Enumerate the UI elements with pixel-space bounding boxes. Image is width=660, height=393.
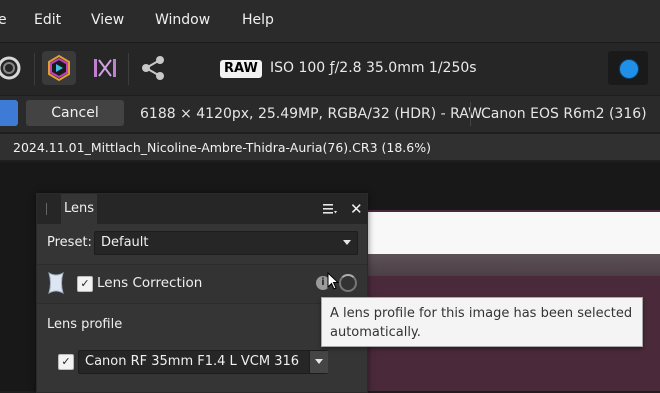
blue-dot-icon xyxy=(619,59,639,79)
mouse-cursor-icon xyxy=(327,272,340,290)
lens-profile-dropdown[interactable]: Canon RF 35mm F1.4 L VCM 316 xyxy=(78,350,328,374)
tooltip-text: A lens profile for this image has been s… xyxy=(330,306,633,340)
ring-icon[interactable] xyxy=(0,51,26,85)
preset-dropdown[interactable]: Default xyxy=(94,231,358,255)
exif-info: ISO 100 ƒ/2.8 35.0mm 1/250s xyxy=(270,60,477,76)
menu-bar: e Edit View Window Help xyxy=(0,0,660,42)
context-bar: Cancel 6188 × 4120px, 25.49MP, RGBA/32 (… xyxy=(0,96,660,132)
toolbar-divider xyxy=(128,53,129,85)
share-icon[interactable] xyxy=(136,51,170,85)
lens-panel: Lens ✕ Preset: Default ✓ Lens Correction… xyxy=(36,193,368,393)
chevron-down-icon xyxy=(343,240,351,245)
menu-help[interactable]: Help xyxy=(242,12,274,28)
panel-grip-icon[interactable] xyxy=(46,203,47,215)
panel-header: Lens ✕ xyxy=(37,194,367,224)
toolbar-divider xyxy=(34,53,35,85)
preset-label: Preset: xyxy=(47,235,92,250)
toolbar: RAW ISO 100 ƒ/2.8 35.0mm 1/250s xyxy=(0,42,660,95)
menu-edit[interactable]: Edit xyxy=(34,12,61,28)
context-divider xyxy=(470,102,471,126)
lens-profile-dropdown-button[interactable] xyxy=(309,351,328,373)
preset-value: Default xyxy=(101,235,149,250)
lens-correction-label: Lens Correction xyxy=(97,275,203,291)
close-icon[interactable]: ✕ xyxy=(350,200,363,218)
document-tab[interactable]: 2024.11.01_Mittlach_Nicoline-Ambre-Thidr… xyxy=(0,134,660,160)
lens-correction-icon xyxy=(48,272,64,294)
lens-correction-row: ✓ Lens Correction i xyxy=(37,264,367,304)
panel-menu-icon[interactable] xyxy=(323,203,337,215)
lens-profile-value: Canon RF 35mm F1.4 L VCM 316 xyxy=(85,354,300,369)
tab-lens[interactable]: Lens xyxy=(61,194,97,224)
camera-info: Canon EOS R6m2 (316) xyxy=(481,106,647,122)
reset-icon[interactable] xyxy=(339,274,357,292)
tooltip: A lens profile for this image has been s… xyxy=(321,297,643,347)
menu-file[interactable]: e xyxy=(0,12,7,28)
menu-view[interactable]: View xyxy=(91,12,124,28)
lens-profile-label: Lens profile xyxy=(47,317,123,332)
tone-map-icon[interactable] xyxy=(88,51,122,85)
chevron-down-icon xyxy=(315,359,323,364)
image-info: 6188 × 4120px, 25.49MP, RGBA/32 (HDR) - … xyxy=(140,106,482,122)
apply-button[interactable] xyxy=(0,100,18,126)
menu-window[interactable]: Window xyxy=(155,12,210,28)
cancel-button[interactable]: Cancel xyxy=(26,100,124,126)
lens-correction-checkbox[interactable]: ✓ xyxy=(77,276,93,292)
color-toggle-button[interactable] xyxy=(608,51,648,85)
document-title: 2024.11.01_Mittlach_Nicoline-Ambre-Thidr… xyxy=(13,140,431,155)
raw-badge: RAW xyxy=(220,60,262,78)
photo-horizon xyxy=(366,254,660,276)
lens-profile-checkbox[interactable]: ✓ xyxy=(58,354,74,370)
develop-persona-icon[interactable] xyxy=(42,51,76,85)
